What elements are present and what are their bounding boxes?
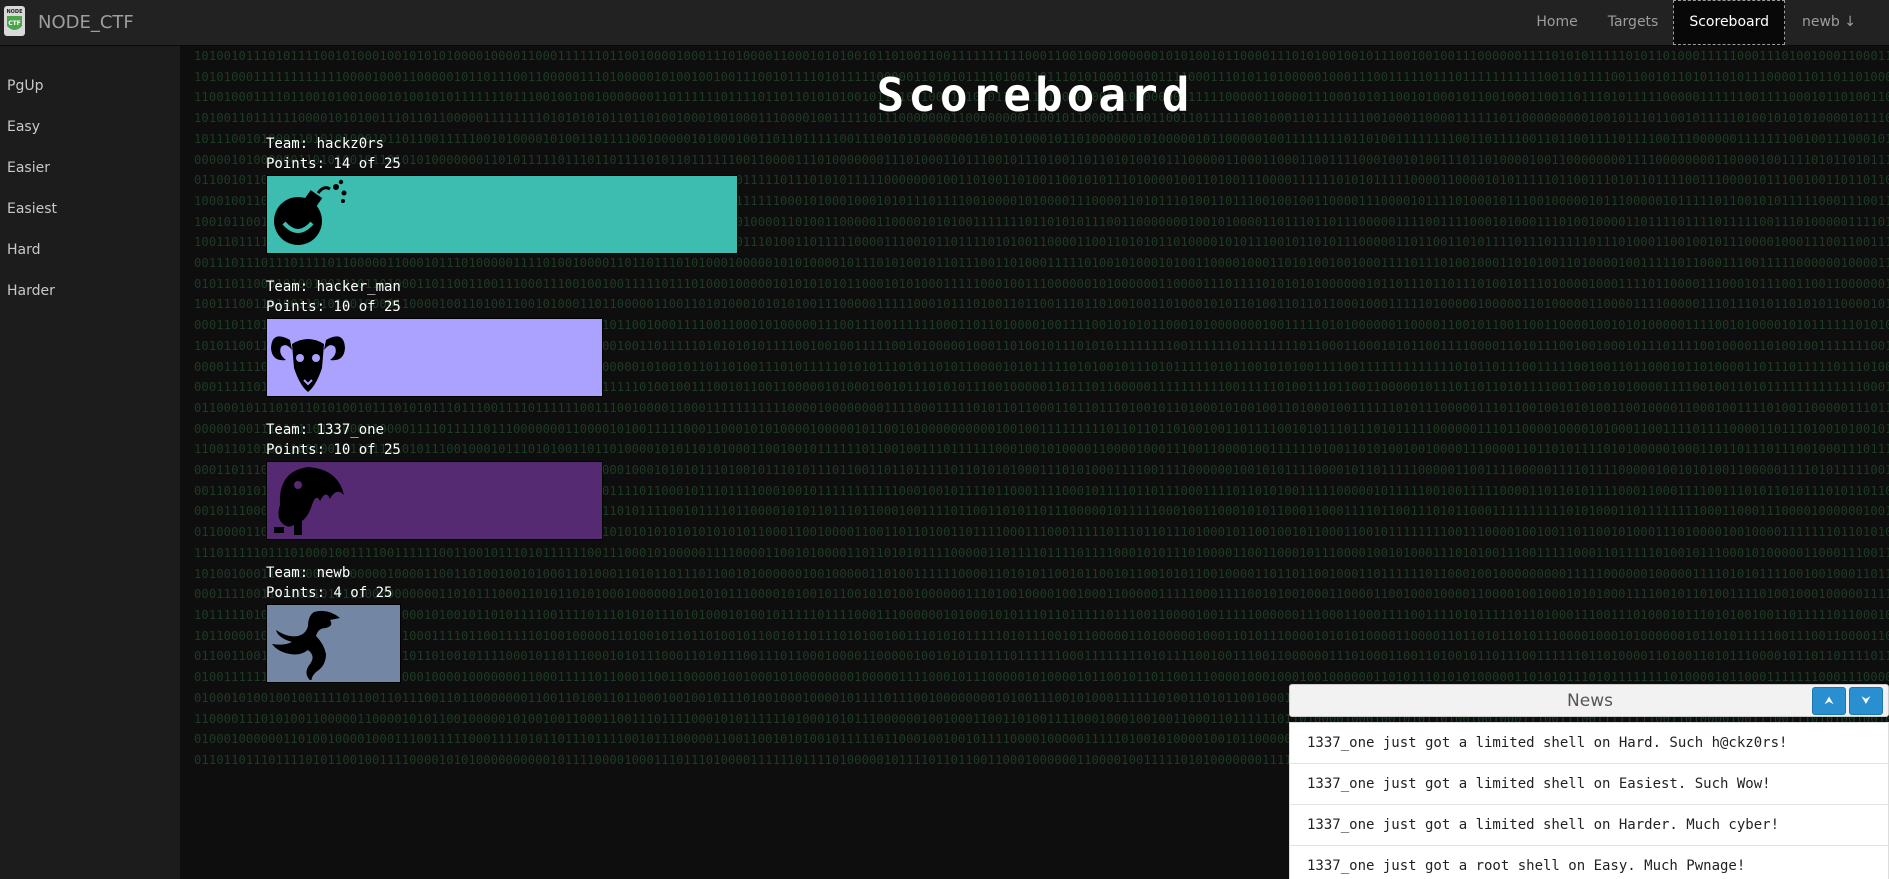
team-name: Team: hacker_man: [266, 279, 401, 295]
team-score-bar: [266, 318, 603, 397]
arrow-down-icon: ⮟: [1861, 694, 1871, 707]
news-item: 1337_one just got a limited shell on Har…: [1290, 805, 1888, 846]
sidebar-item-easy[interactable]: Easy: [0, 107, 180, 148]
news-scroll-down-button[interactable]: ⮟: [1849, 687, 1883, 715]
news-item: 1337_one just got a limited shell on Har…: [1290, 723, 1888, 764]
news-item: 1337_one just got a root shell on Easy. …: [1290, 846, 1888, 879]
user-dropdown[interactable]: newb ↓: [1787, 0, 1871, 45]
team-name: Team: newb: [266, 565, 351, 581]
news-header: News ⮝ ⮟: [1289, 684, 1889, 717]
svg-text:NODE: NODE: [6, 9, 23, 15]
shield-logo-icon[interactable]: NODE CTF: [4, 6, 25, 36]
news-item: 1337_one just got a limited shell on Eas…: [1290, 764, 1888, 805]
nav-menu: Home Targets Scoreboard newb ↓: [1521, 0, 1889, 45]
team-points: Points: 4 of 25: [266, 585, 393, 601]
team-entry: Team: 1337_one Points: 10 of 25: [266, 420, 603, 540]
sidebar-item-pgup[interactable]: PgUp: [0, 66, 180, 107]
sidebar-item-harder[interactable]: Harder: [0, 271, 180, 312]
team-entry: Team: newb Points: 4 of 25: [266, 563, 401, 683]
team-entry: Team: hackz0rs Points: 14 of 25: [266, 134, 738, 254]
team-points: Points: 10 of 25: [266, 299, 401, 315]
nav-scoreboard[interactable]: Scoreboard: [1673, 0, 1785, 45]
team-points: Points: 10 of 25: [266, 442, 401, 458]
ram-skull-icon: [271, 336, 345, 392]
nav-targets[interactable]: Targets: [1593, 0, 1674, 45]
sidebar-item-easier[interactable]: Easier: [0, 148, 180, 189]
team-points: Points: 14 of 25: [266, 156, 401, 172]
main-content: 1010010111010111100101000100101010100001…: [181, 46, 1889, 879]
team-entry: Team: hacker_man Points: 10 of 25: [266, 277, 603, 397]
news-title: News: [1567, 691, 1613, 711]
page-title: Scoreboard: [876, 68, 1194, 122]
news-scroll-up-button[interactable]: ⮝: [1812, 687, 1846, 715]
team-score-bar: [266, 604, 401, 683]
dragon-icon: [272, 610, 340, 680]
sidebar: PgUp Easy Easier Easiest Hard Harder: [0, 46, 181, 879]
bomb-icon: [274, 179, 347, 245]
top-navbar: NODE CTF NODE_CTF Home Targets Scoreboar…: [0, 0, 1889, 46]
news-list: 1337_one just got a limited shell on Har…: [1289, 722, 1889, 879]
sidebar-item-hard[interactable]: Hard: [0, 230, 180, 271]
nav-home[interactable]: Home: [1521, 0, 1592, 45]
svg-text:CTF: CTF: [8, 20, 21, 27]
sidebar-item-easiest[interactable]: Easiest: [0, 189, 180, 230]
team-score-bar: [266, 461, 603, 540]
team-name: Team: hackz0rs: [266, 136, 385, 152]
news-panel: News ⮝ ⮟ 1337_one just got a limited she…: [1289, 684, 1889, 879]
team-score-bar: [266, 175, 738, 254]
monster-icon: [274, 467, 344, 535]
arrow-up-icon: ⮝: [1824, 694, 1834, 707]
brand-name[interactable]: NODE_CTF: [38, 12, 134, 33]
team-name: Team: 1337_one: [266, 422, 385, 438]
